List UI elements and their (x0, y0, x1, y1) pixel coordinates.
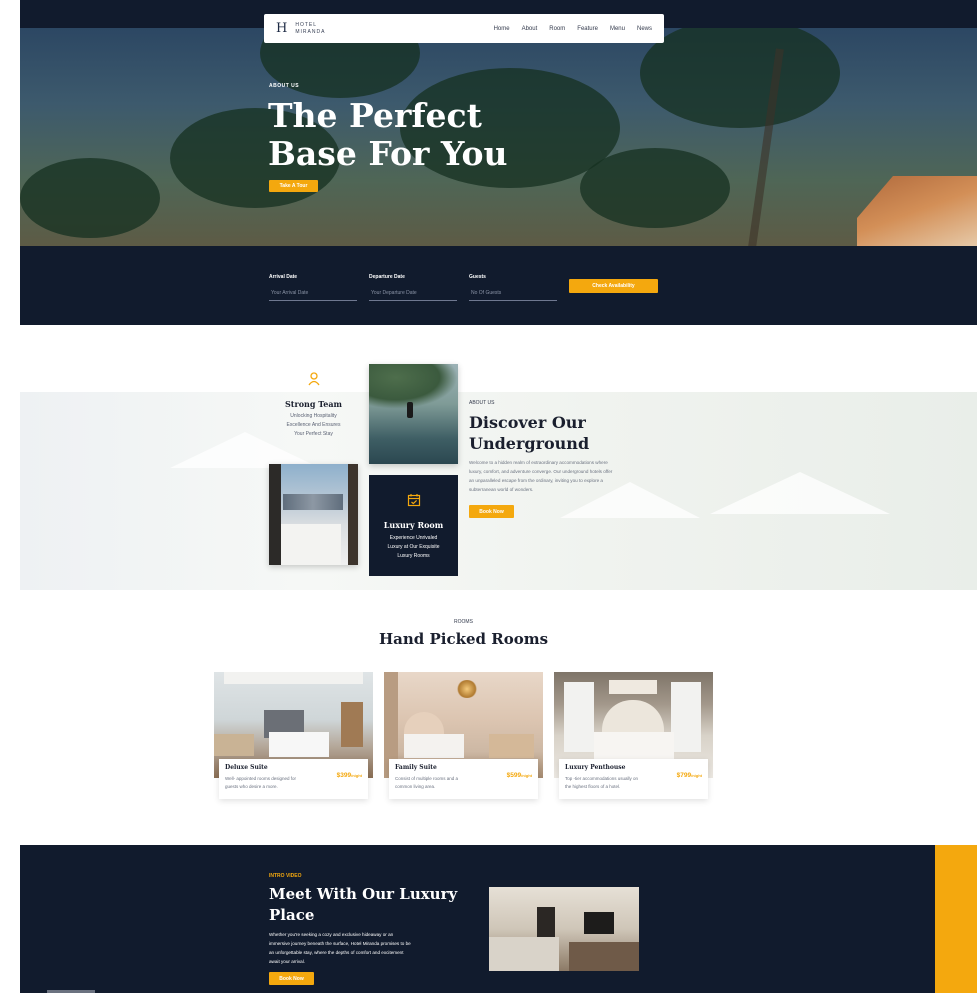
room-price: $399/night (337, 772, 362, 779)
intro-body-line-4: await your arrival. (269, 959, 305, 964)
about-title: Discover Our Underground (469, 412, 589, 454)
room-price-value: $599 (506, 772, 522, 779)
rooms-title: Hand Picked Rooms (378, 630, 549, 648)
logo-line-1: HOTEL (295, 21, 318, 28)
departure-date-input[interactable]: Your Departure Date (369, 288, 457, 301)
intro-body-line-1: Whether you're seeking a cozy and exclus… (269, 932, 394, 937)
accent-strip (935, 845, 977, 993)
nav-link-feature[interactable]: Feature (577, 26, 598, 32)
room-name: Luxury Penthouse (565, 764, 626, 771)
room-price: $599/night (507, 772, 532, 779)
room-description: Top -tier accommodations usually on the … (565, 775, 665, 791)
room-price-value: $799 (676, 772, 692, 779)
about-title-line-1: Discover Our (469, 413, 586, 432)
about-body-line-4: subterranean world of wonders. (469, 487, 534, 492)
room-description-line-1: Well- appointed rooms designed for (225, 776, 296, 781)
rooms-eyebrow: ROOMS (454, 619, 473, 625)
logo-line-2: MIRANDA (295, 28, 326, 35)
hero-title-line-2: Base For You (268, 134, 508, 173)
arrival-date-label: Arrival Date (269, 274, 298, 280)
intro-book-now-button[interactable]: Book Now (269, 972, 314, 985)
nav-link-home[interactable]: Home (494, 26, 510, 32)
nav-link-news[interactable]: News (637, 26, 652, 32)
logo-mark[interactable]: H (276, 21, 287, 36)
about-eyebrow: ABOUT US (469, 400, 495, 406)
room-price: $799/night (677, 772, 702, 779)
about-body: Welcome to a hidden realm of extraordina… (469, 458, 664, 494)
luxury-room-text-line-3: Luxury Rooms (397, 553, 430, 559)
room-description-line-2: common living area. (395, 784, 436, 789)
city-view-bedroom-photo (269, 464, 358, 565)
strong-team-text-line-1: Unlocking Hospitality (290, 413, 337, 419)
room-info: Luxury Penthouse Top -tier accommodation… (559, 759, 708, 799)
room-card-deluxe[interactable]: Deluxe Suite Well- appointed rooms desig… (214, 672, 373, 799)
nav-link-about[interactable]: About (522, 26, 538, 32)
luxury-room-text-line-1: Experience Unrivaled (389, 535, 438, 541)
person-icon (307, 372, 320, 386)
room-description-line-1: Top -tier accommodations usually on (565, 776, 639, 781)
about-book-now-button[interactable]: Book Now (469, 505, 514, 518)
strong-team-card: Strong Team Unlocking Hospitality Excell… (269, 364, 358, 460)
room-name: Deluxe Suite (225, 764, 268, 771)
hero-title-line-1: The Perfect (268, 96, 482, 135)
luxury-room-text-line-2: Luxury at Our Exquisite (387, 544, 440, 550)
room-description-line-1: Consist of multiple rooms and a (395, 776, 459, 781)
intro-eyebrow: INTRO VIDEO (269, 873, 302, 879)
check-availability-button[interactable]: Check Availability (569, 279, 658, 293)
room-description: Well- appointed rooms designed for guest… (225, 775, 325, 791)
luxury-room-title: Luxury Room (383, 520, 444, 530)
nav-link-room[interactable]: Room (549, 26, 565, 32)
hero-eyebrow: ABOUT US (269, 83, 300, 89)
nav-link-menu[interactable]: Menu (610, 26, 625, 32)
nav-links: Home About Room Feature Menu News (494, 26, 652, 32)
strong-team-text: Unlocking Hospitality Excellence And Ens… (269, 412, 358, 439)
logo-text[interactable]: HOTEL MIRANDA (295, 22, 325, 36)
intro-title: Meet With Our Luxury Place (269, 884, 469, 926)
room-card-family[interactable]: Family Suite Consist of multiple rooms a… (384, 672, 543, 799)
guests-label: Guests (469, 274, 486, 280)
about-body-line-3: an unparalleled escape from the ordinary… (469, 478, 603, 483)
room-info: Deluxe Suite Well- appointed rooms desig… (219, 759, 368, 799)
luxury-room-card: Luxury Room Experience Unrivaled Luxury … (369, 475, 458, 576)
about-body-line-1: Welcome to a hidden realm of extraordina… (469, 460, 608, 465)
strong-team-text-line-3: Your Perfect Stay (294, 431, 333, 437)
room-description-line-2: the highest floors of a hotel. (565, 784, 621, 789)
room-name: Family Suite (395, 764, 437, 771)
about-title-line-2: Underground (469, 434, 590, 453)
calendar-check-icon (407, 494, 420, 507)
infinity-pool-photo (369, 364, 458, 464)
room-price-unit: /night (521, 773, 532, 778)
departure-date-label: Departure Date (369, 274, 405, 280)
luxury-room-text: Experience Unrivaled Luxury at Our Exqui… (369, 534, 458, 561)
intro-body-line-3: an unforgettable stay, where the depths … (269, 950, 404, 955)
strong-team-text-line-2: Excellence And Ensures (286, 422, 341, 428)
about-body-line-2: luxury, comfort, and adventure converge.… (469, 469, 613, 474)
top-navigation: H HOTEL MIRANDA Home About Room Feature … (264, 14, 664, 43)
room-price-unit: /night (351, 773, 362, 778)
room-price-unit: /night (691, 773, 702, 778)
room-description-line-2: guests who desire a more. (225, 784, 278, 789)
arrival-date-input[interactable]: Your Arrival Date (269, 288, 357, 301)
intro-body-line-2: immersive journey beneath the surface, H… (269, 941, 411, 946)
room-description: Consist of multiple rooms and a common l… (395, 775, 495, 791)
intro-title-line-2: Place (269, 906, 315, 924)
intro-body: Whether you're seeking a cozy and exclus… (269, 930, 469, 966)
intro-video-thumbnail[interactable] (489, 887, 639, 971)
room-price-value: $399 (336, 772, 352, 779)
hero-title: The Perfect Base For You (268, 97, 528, 173)
room-card-penthouse[interactable]: Luxury Penthouse Top -tier accommodation… (554, 672, 713, 799)
guests-input[interactable]: No Of Guests (469, 288, 557, 301)
intro-title-line-1: Meet With Our Luxury (269, 885, 458, 903)
strong-team-title: Strong Team (285, 399, 342, 409)
room-info: Family Suite Consist of multiple rooms a… (389, 759, 538, 799)
take-a-tour-button[interactable]: Take A Tour (269, 180, 318, 192)
